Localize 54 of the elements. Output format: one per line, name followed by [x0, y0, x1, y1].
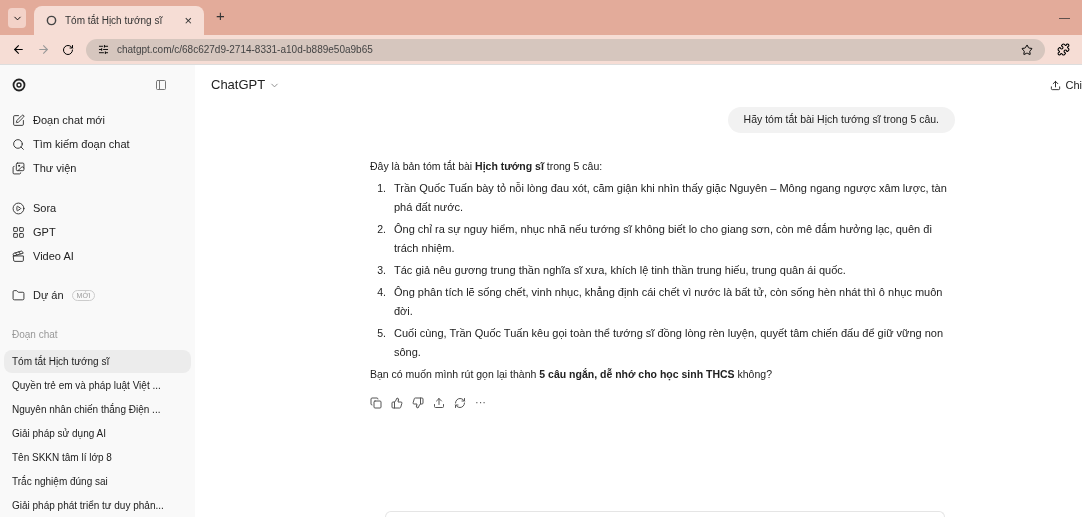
copy-icon[interactable]	[370, 396, 382, 409]
folder-icon	[12, 289, 25, 302]
chat-history-item[interactable]: Quyền trẻ em và pháp luật Việt ...	[4, 374, 191, 397]
response-intro: Đây là bản tóm tắt bài Hịch tướng sĩ trong 5 câu:	[370, 158, 604, 175]
list-number: 2.	[376, 221, 386, 237]
share-icon	[1050, 79, 1062, 91]
model-selector[interactable]: ChatGPT	[211, 75, 281, 95]
close-tab-button[interactable]: ×	[184, 10, 192, 31]
thumbs-up-icon[interactable]	[391, 396, 403, 409]
pen-square-icon	[12, 113, 25, 127]
bookmark-star-icon[interactable]	[1021, 43, 1033, 56]
chat-history-item[interactable]: Trắc nghiệm đúng sai	[4, 470, 191, 493]
images-icon	[12, 161, 25, 175]
site-settings-icon	[98, 44, 109, 55]
list-item-text: Tác giả nêu gương trung thần nghĩa sĩ xưa, khích lệ tinh thần trung hiếu, trung quân ái quốc.	[394, 262, 847, 278]
list-number: 3.	[376, 262, 386, 278]
sidebar-item[interactable]: Sora	[4, 196, 191, 220]
clapperboard-icon	[12, 249, 25, 263]
sidebar-item[interactable]: Video AI	[4, 244, 191, 268]
list-item-text: Trần Quốc Tuấn bày tỏ nỗi lòng đau xót, căm giận khi nhìn thấy giặc Nguyên – Mông ngang ngược xâm lược, tàn phá đất nước.	[394, 180, 948, 215]
list-item-text: Cuối cùng, Trần Quốc Tuấn kêu gọi toàn thể tướng sĩ đồng lòng rèn luyện, quyết tâm chiến đấu để giữ vững non sông.	[394, 325, 945, 360]
sidebar-item[interactable]: Đoạn chat mới	[4, 108, 191, 132]
user-message: Hãy tóm tắt bài Hịch tướng sĩ trong 5 câu.	[727, 107, 955, 133]
list-item-text: Ông chỉ ra sự nguy hiểm, nhục nhã nếu tướng sĩ không biết lo cho giang sơn, còn mê đắm hưởng lạc, quên đi trách nhiệm.	[394, 221, 933, 256]
chat-history-item[interactable]: Tên SKKN tâm lí lớp 8	[4, 446, 191, 469]
sidebar-item[interactable]: GPT	[4, 220, 191, 244]
browser-tab[interactable]: Tóm tắt Hịch tướng sĩ ×	[34, 6, 204, 35]
back-icon[interactable]	[12, 43, 25, 56]
share-button[interactable]: Chi	[1050, 76, 1082, 94]
grid-icon	[12, 225, 25, 239]
chat-history-item[interactable]: Giải pháp phát triển tư duy phản...	[4, 494, 191, 517]
list-item-text: Ông phân tích lẽ sống chết, vinh nhục, khẳng định cái chết vì nước là bất tử, còn sống hèn nhát thì ô nhục muôn đời.	[394, 284, 944, 319]
section-heading: Đoạn chat	[11, 328, 59, 342]
thumbs-down-icon[interactable]	[412, 396, 424, 409]
play-circle-icon	[12, 201, 25, 215]
list-number: 5.	[376, 325, 386, 341]
list-number: 4.	[376, 284, 386, 300]
new-tab-button[interactable]: +	[216, 4, 225, 27]
extensions-icon[interactable]	[1057, 43, 1070, 56]
chat-history-item[interactable]: Tóm tắt Hịch tướng sĩ	[4, 350, 191, 373]
response-closing: Bạn có muốn mình rút gọn lại thành 5 câu ngắn, dễ nhớ cho học sinh THCS không?	[370, 366, 773, 383]
chat-history-item[interactable]: Nguyên nhân chiến thắng Điện ...	[4, 398, 191, 421]
minimize-button[interactable]: —	[1059, 8, 1070, 25]
sidebar-item[interactable]: Tìm kiếm đoạn chat	[4, 132, 191, 156]
share-icon[interactable]	[433, 396, 445, 409]
sidebar-toggle-icon[interactable]	[155, 78, 167, 91]
search-icon	[12, 137, 25, 151]
reload-icon[interactable]	[62, 43, 74, 56]
list-number: 1.	[376, 180, 386, 196]
more-button[interactable]: ···	[475, 394, 486, 411]
regenerate-icon[interactable]	[454, 396, 466, 409]
chat-history-item[interactable]: Giải pháp sử dụng AI	[4, 422, 191, 445]
sidebar-item[interactable]: Thư viện	[4, 156, 191, 180]
address-bar[interactable]: chatgpt.com/c/68c627d9-2714-8331-a10d-b889e50a9b65	[86, 38, 1045, 61]
